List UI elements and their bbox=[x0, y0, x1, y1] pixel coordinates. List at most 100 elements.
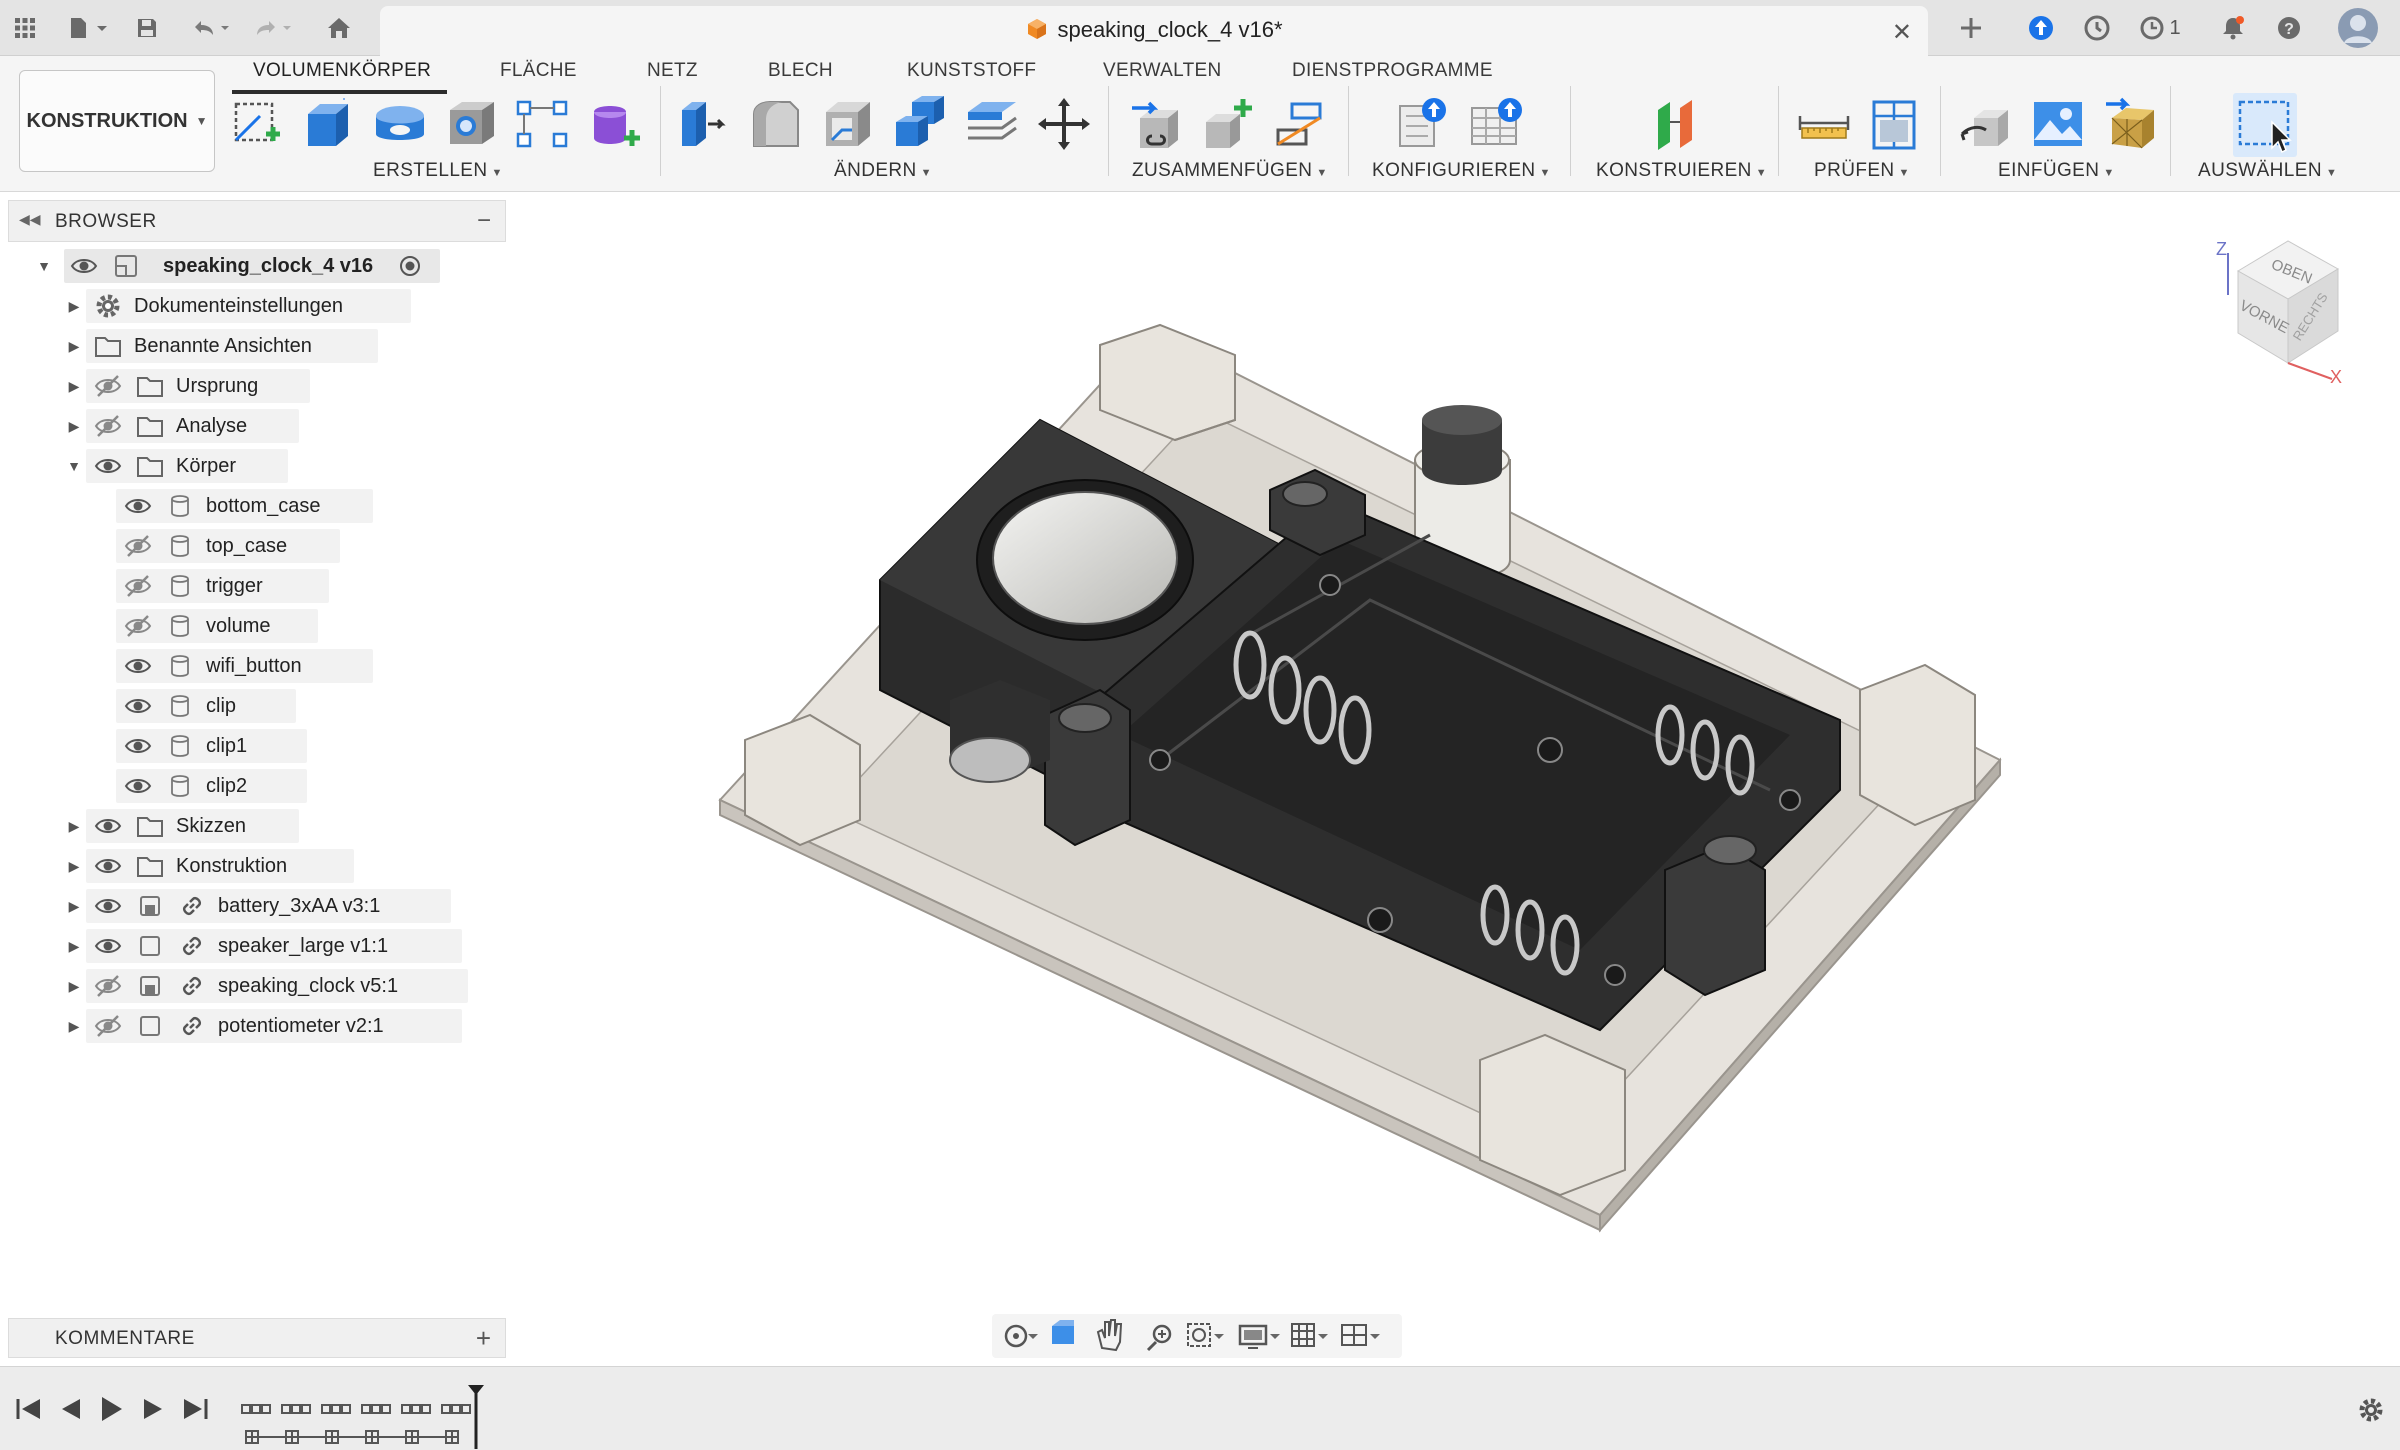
redo-icon[interactable] bbox=[248, 12, 298, 44]
eye-hidden-icon[interactable] bbox=[124, 612, 152, 640]
offset-face-icon[interactable] bbox=[964, 96, 1020, 152]
user-avatar[interactable] bbox=[2336, 6, 2380, 50]
tree-item-label[interactable]: Analyse bbox=[176, 415, 247, 438]
extensions-icon[interactable] bbox=[2024, 12, 2058, 44]
tree-item-label[interactable]: Ursprung bbox=[176, 375, 258, 398]
eye-hidden-icon[interactable] bbox=[94, 372, 122, 400]
zoom-icon[interactable] bbox=[1146, 1324, 1172, 1352]
group-pruefen[interactable]: PRÜFEN ▼ bbox=[1814, 160, 1910, 182]
eye-icon[interactable] bbox=[124, 652, 152, 680]
tree-item-label[interactable]: Benannte Ansichten bbox=[134, 335, 312, 358]
tree-row[interactable]: clip2 bbox=[8, 768, 498, 804]
tree-item-label[interactable]: Konstruktion bbox=[176, 855, 287, 878]
tree-item-label[interactable]: clip2 bbox=[206, 775, 247, 798]
combine-icon[interactable] bbox=[892, 96, 948, 152]
file-menu-icon[interactable] bbox=[64, 12, 114, 44]
tree-root-label[interactable]: speaking_clock_4 v16 bbox=[163, 255, 373, 278]
activate-radio-icon[interactable] bbox=[396, 252, 424, 280]
timeline-settings-icon[interactable] bbox=[2356, 1395, 2386, 1425]
eye-icon[interactable] bbox=[94, 812, 122, 840]
tree-row[interactable]: ▼ Körper bbox=[8, 448, 498, 484]
go-to-start-icon[interactable] bbox=[16, 1399, 40, 1419]
chevron-right-icon[interactable]: ▶ bbox=[64, 936, 84, 956]
tree-root-row[interactable]: ▼ speaking_clock_4 v16 bbox=[8, 248, 498, 284]
eye-hidden-icon[interactable] bbox=[94, 972, 122, 1000]
grid-settings-icon[interactable] bbox=[1291, 1323, 1328, 1347]
tree-item-label[interactable]: trigger bbox=[206, 575, 263, 598]
app-grid-icon[interactable] bbox=[8, 12, 42, 44]
add-comment-icon[interactable]: + bbox=[476, 1323, 491, 1354]
group-konfigurieren[interactable]: KONFIGURIEREN ▼ bbox=[1372, 160, 1551, 182]
chevron-right-icon[interactable]: ▶ bbox=[64, 976, 84, 996]
tree-row[interactable]: ▶ speaker_large v1:1 bbox=[8, 928, 498, 964]
eye-icon[interactable] bbox=[94, 452, 122, 480]
group-erstellen[interactable]: ERSTELLEN ▼ bbox=[373, 160, 503, 182]
press-pull-icon[interactable] bbox=[676, 96, 732, 152]
tab-volumenkoerper[interactable]: VOLUMENKÖRPER bbox=[253, 60, 431, 82]
create-sketch-icon[interactable] bbox=[230, 96, 286, 152]
job-status-button[interactable]: 1 bbox=[2130, 12, 2190, 44]
hole-icon[interactable] bbox=[444, 96, 500, 152]
move-copy-icon[interactable] bbox=[1036, 96, 1092, 152]
eye-icon[interactable] bbox=[94, 892, 122, 920]
eye-hidden-icon[interactable] bbox=[94, 412, 122, 440]
orbit-icon[interactable] bbox=[1004, 1324, 1038, 1348]
play-icon[interactable] bbox=[102, 1397, 122, 1421]
group-einfuegen[interactable]: EINFÜGEN ▼ bbox=[1998, 160, 2115, 182]
tree-row[interactable]: ▶ Skizzen bbox=[8, 808, 498, 844]
group-zusammenfuegen[interactable]: ZUSAMMENFÜGEN ▼ bbox=[1132, 160, 1328, 182]
sync-status-icon[interactable] bbox=[2080, 12, 2114, 44]
eye-hidden-icon[interactable] bbox=[124, 532, 152, 560]
revolve-icon[interactable] bbox=[372, 96, 428, 152]
tree-row[interactable]: ▶ Dokumenteinstellungen bbox=[8, 288, 498, 324]
tree-item-label[interactable]: speaker_large v1:1 bbox=[218, 935, 388, 958]
as-built-joint-icon[interactable] bbox=[1272, 96, 1328, 152]
chevron-right-icon[interactable]: ▶ bbox=[64, 416, 84, 436]
tab-kunststoff[interactable]: KUNSTSTOFF bbox=[907, 60, 1036, 82]
new-component-icon[interactable] bbox=[1130, 96, 1186, 152]
create-form-icon[interactable] bbox=[586, 96, 642, 152]
tree-row[interactable]: ▶ speaking_clock v5:1 bbox=[8, 968, 498, 1004]
insert-mesh-icon[interactable] bbox=[2104, 96, 2160, 152]
tree-item-label[interactable]: bottom_case bbox=[206, 495, 321, 518]
tree-row[interactable]: trigger bbox=[8, 568, 498, 604]
tree-row[interactable]: ▶ Konstruktion bbox=[8, 848, 498, 884]
chevron-right-icon[interactable]: ▶ bbox=[64, 296, 84, 316]
tree-item-label[interactable]: Skizzen bbox=[176, 815, 246, 838]
chevron-right-icon[interactable]: ▶ bbox=[64, 816, 84, 836]
home-icon[interactable] bbox=[322, 12, 356, 44]
chevron-right-icon[interactable]: ▶ bbox=[64, 336, 84, 356]
tree-row[interactable]: bottom_case bbox=[8, 488, 498, 524]
minimize-panel-icon[interactable]: − bbox=[477, 207, 491, 235]
tab-dienstprogramme[interactable]: DIENSTPROGRAMME bbox=[1292, 60, 1493, 82]
display-settings-icon[interactable] bbox=[1238, 1324, 1280, 1349]
tree-item-label[interactable]: clip bbox=[206, 695, 236, 718]
chevron-right-icon[interactable]: ▶ bbox=[64, 896, 84, 916]
tree-row[interactable]: ▶ Ursprung bbox=[8, 368, 498, 404]
tree-row[interactable]: clip1 bbox=[8, 728, 498, 764]
timeline-marker[interactable] bbox=[468, 1385, 484, 1449]
section-analysis-icon[interactable] bbox=[1868, 96, 1924, 152]
workspace-switcher[interactable]: KONSTRUKTION ▼ bbox=[19, 70, 215, 172]
fit-icon[interactable] bbox=[1187, 1323, 1224, 1347]
eye-icon[interactable] bbox=[124, 732, 152, 760]
help-icon[interactable]: ? bbox=[2272, 12, 2306, 44]
new-tab-icon[interactable] bbox=[1954, 12, 1988, 44]
tree-row[interactable]: ▶ Analyse bbox=[8, 408, 498, 444]
tree-item-label[interactable]: Dokumenteinstellungen bbox=[134, 295, 343, 318]
measure-icon[interactable] bbox=[1796, 96, 1852, 152]
pattern-icon[interactable] bbox=[514, 96, 570, 152]
insert-canvas-icon[interactable] bbox=[2030, 96, 2086, 152]
tree-row[interactable]: top_case bbox=[8, 528, 498, 564]
tab-flaeche[interactable]: FLÄCHE bbox=[500, 60, 577, 82]
group-konstruieren[interactable]: KONSTRUIEREN ▼ bbox=[1596, 160, 1767, 182]
tree-row[interactable]: ▶ Benannte Ansichten bbox=[8, 328, 498, 364]
eye-icon[interactable] bbox=[124, 692, 152, 720]
eye-icon[interactable] bbox=[124, 492, 152, 520]
shell-icon[interactable] bbox=[820, 96, 876, 152]
tree-item-label[interactable]: Körper bbox=[176, 455, 236, 478]
go-to-end-icon[interactable] bbox=[184, 1399, 208, 1419]
undo-icon[interactable] bbox=[186, 12, 236, 44]
offset-plane-icon[interactable] bbox=[1650, 96, 1706, 152]
configure-table-icon[interactable] bbox=[1470, 96, 1526, 152]
